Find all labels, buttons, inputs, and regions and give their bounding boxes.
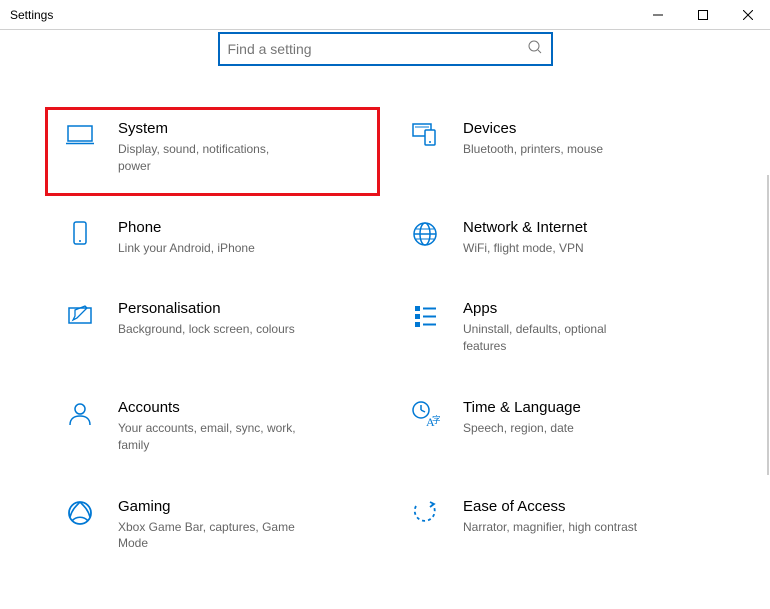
network-icon (405, 219, 445, 257)
tile-text: Apps Uninstall, defaults, optional featu… (463, 300, 710, 355)
tile-desc: WiFi, flight mode, VPN (463, 240, 643, 257)
tile-text: Network & Internet WiFi, flight mode, VP… (463, 219, 710, 257)
maximize-button[interactable] (680, 0, 725, 29)
phone-icon (60, 219, 100, 257)
tile-text: Time & Language Speech, region, date (463, 399, 710, 454)
apps-icon (405, 300, 445, 355)
accounts-icon (60, 399, 100, 454)
tile-desc: Uninstall, defaults, optional features (463, 321, 643, 355)
tile-label: Time & Language (463, 399, 710, 416)
tile-network[interactable]: Network & Internet WiFi, flight mode, VP… (405, 219, 710, 257)
settings-grid: System Display, sound, notifications, po… (0, 66, 770, 552)
maximize-icon (698, 10, 708, 20)
system-icon (60, 120, 100, 175)
tile-label: Devices (463, 120, 710, 137)
tile-ease-of-access[interactable]: Ease of Access Narrator, magnifier, high… (405, 498, 710, 553)
tile-desc: Narrator, magnifier, high contrast (463, 519, 643, 536)
tile-label: Accounts (118, 399, 365, 416)
tile-desc: Background, lock screen, colours (118, 321, 298, 338)
devices-icon (405, 120, 445, 175)
tile-text: Accounts Your accounts, email, sync, wor… (118, 399, 365, 454)
tile-text: Gaming Xbox Game Bar, captures, Game Mod… (118, 498, 365, 553)
tile-accounts[interactable]: Accounts Your accounts, email, sync, wor… (60, 399, 365, 454)
search-icon (527, 39, 543, 60)
tile-gaming[interactable]: Gaming Xbox Game Bar, captures, Game Mod… (60, 498, 365, 553)
tile-personalisation[interactable]: Personalisation Background, lock screen,… (60, 300, 365, 355)
search-input[interactable] (228, 41, 527, 57)
tile-desc: Speech, region, date (463, 420, 643, 437)
gaming-icon (60, 498, 100, 553)
ease-of-access-icon (405, 498, 445, 553)
close-icon (743, 10, 753, 20)
tile-label: System (118, 120, 365, 137)
tile-label: Personalisation (118, 300, 365, 317)
svg-text:字: 字 (432, 414, 440, 425)
tile-time-language[interactable]: A字 Time & Language Speech, region, date (405, 399, 710, 454)
tile-text: Devices Bluetooth, printers, mouse (463, 120, 710, 175)
titlebar: Settings (0, 0, 770, 30)
time-language-icon: A字 (405, 399, 445, 454)
tile-desc: Your accounts, email, sync, work, family (118, 420, 298, 454)
tile-text: System Display, sound, notifications, po… (118, 120, 365, 175)
tile-desc: Display, sound, notifications, power (118, 141, 298, 175)
tile-text: Phone Link your Android, iPhone (118, 219, 365, 257)
tile-label: Network & Internet (463, 219, 710, 236)
tile-system[interactable]: System Display, sound, notifications, po… (45, 107, 380, 196)
tile-devices[interactable]: Devices Bluetooth, printers, mouse (405, 120, 710, 175)
tile-apps[interactable]: Apps Uninstall, defaults, optional featu… (405, 300, 710, 355)
minimize-icon (653, 10, 663, 20)
tile-text: Ease of Access Narrator, magnifier, high… (463, 498, 710, 553)
tile-label: Gaming (118, 498, 365, 515)
tile-label: Ease of Access (463, 498, 710, 515)
tile-desc: Link your Android, iPhone (118, 240, 298, 257)
tile-desc: Xbox Game Bar, captures, Game Mode (118, 519, 298, 553)
tile-text: Personalisation Background, lock screen,… (118, 300, 365, 355)
scrollbar[interactable] (767, 175, 769, 475)
tile-label: Phone (118, 219, 365, 236)
close-button[interactable] (725, 0, 770, 29)
search-container (0, 30, 770, 66)
window-controls (635, 0, 770, 29)
minimize-button[interactable] (635, 0, 680, 29)
personalisation-icon (60, 300, 100, 355)
tile-label: Apps (463, 300, 710, 317)
window-title: Settings (10, 8, 53, 22)
search-box[interactable] (218, 32, 553, 66)
tile-phone[interactable]: Phone Link your Android, iPhone (60, 219, 365, 257)
tile-desc: Bluetooth, printers, mouse (463, 141, 643, 158)
